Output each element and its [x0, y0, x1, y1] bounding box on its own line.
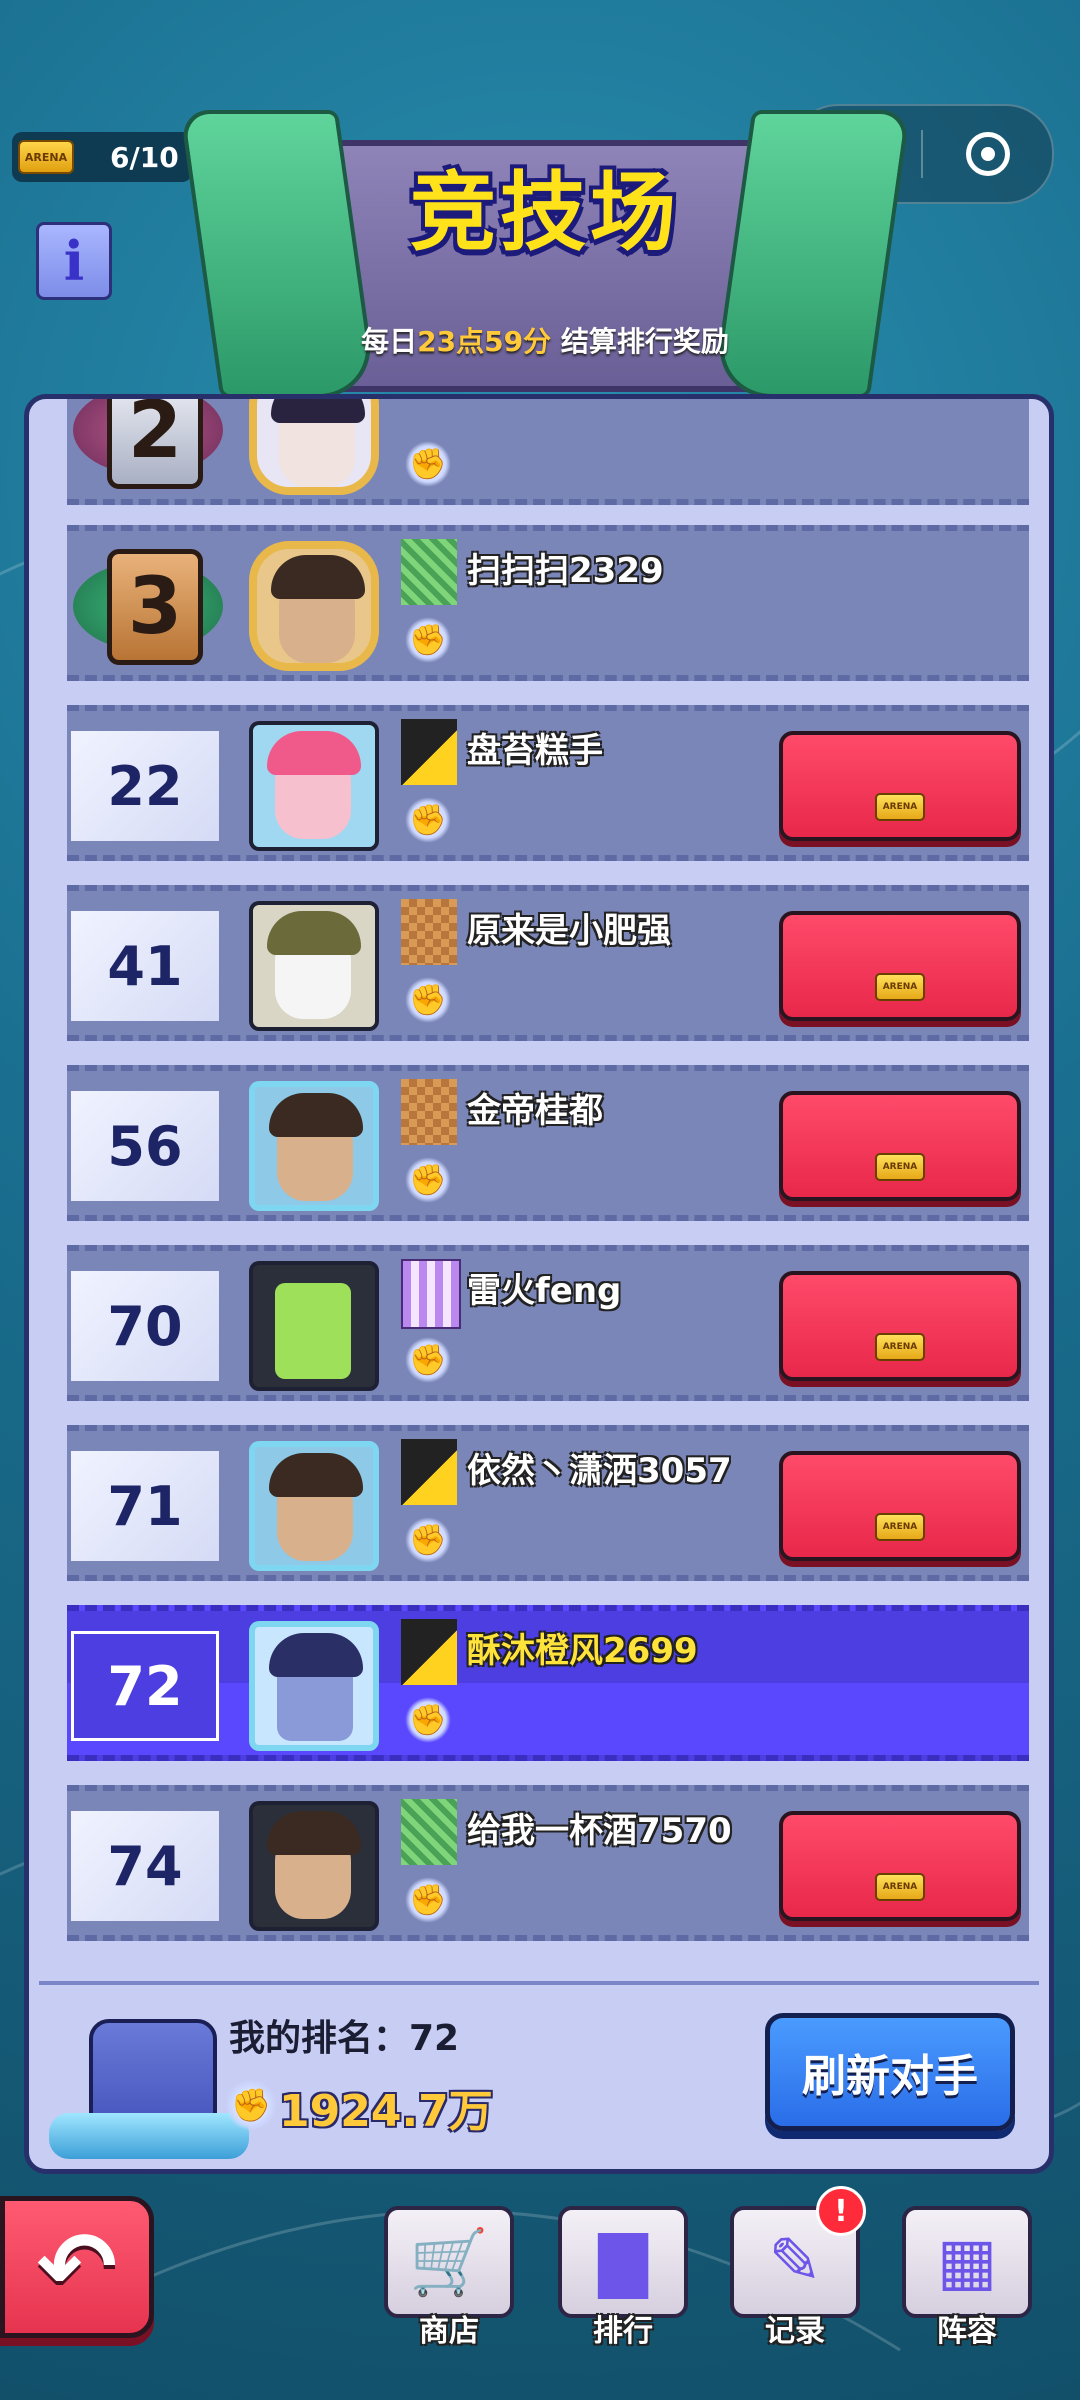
- arena-ticket-icon: ARENA: [875, 1873, 925, 1901]
- player-name: 扫扫扫2329: [467, 551, 664, 591]
- guild-flag: [401, 1259, 461, 1329]
- info-button[interactable]: i: [36, 222, 112, 300]
- player-avatar[interactable]: [249, 1081, 379, 1211]
- bar-chart-icon: ▇: [558, 2206, 688, 2318]
- challenge-button[interactable]: ARENA: [779, 911, 1021, 1021]
- player-avatar[interactable]: [249, 901, 379, 1031]
- player-name: 酥沐橙风2699: [467, 1631, 698, 1671]
- rank-number: 72: [71, 1631, 219, 1741]
- rank-number: 56: [71, 1091, 219, 1201]
- back-button[interactable]: ↶: [0, 2196, 154, 2338]
- self-row: 72 ✊ 酥沐橙风2699: [67, 1605, 1029, 1761]
- page-title: 竞技场: [410, 163, 680, 263]
- power-fist-icon: ✊: [405, 1517, 451, 1563]
- challenge-button[interactable]: ARENA: [779, 1271, 1021, 1381]
- player-name: 雷火feng: [467, 1271, 622, 1311]
- player-avatar[interactable]: [249, 1261, 379, 1391]
- list-item: 74 ✊ 给我一杯酒7570 ARENA: [67, 1785, 1029, 1941]
- guild-flag: [401, 539, 457, 605]
- shop-button[interactable]: 🛒 商店: [384, 2206, 514, 2349]
- power-fist-icon: ✊: [405, 1697, 451, 1743]
- power-fist-icon: ✊: [405, 617, 451, 663]
- player-avatar[interactable]: [249, 1801, 379, 1931]
- list-item: 71 ✊ 依然丶潇洒3057 ARENA: [67, 1425, 1029, 1581]
- player-avatar[interactable]: [249, 1441, 379, 1571]
- list-item: 56 ✊ 金帝桂都 ARENA: [67, 1065, 1029, 1221]
- guild-flag: [401, 719, 457, 785]
- list-item: 41 ✊ 原来是小肥强 ARENA: [67, 885, 1029, 1041]
- rank-number: 74: [71, 1811, 219, 1921]
- ranking-button[interactable]: ▇ 排行: [558, 2206, 688, 2349]
- list-item: 70 ✊ 雷火feng ARENA: [67, 1245, 1029, 1401]
- refresh-opponents-button[interactable]: 刷新对手: [765, 2013, 1015, 2131]
- arena-ticket-icon: ARENA: [875, 973, 925, 1001]
- arena-ticket-icon: ARENA: [875, 1513, 925, 1541]
- player-avatar[interactable]: [249, 1621, 379, 1751]
- rank-number: 71: [71, 1451, 219, 1561]
- player-avatar[interactable]: [249, 721, 379, 851]
- rank-number: 22: [71, 731, 219, 841]
- opponent-list[interactable]: 2 ✊ 3 ✊ 扫扫扫2329 22 ✊ 盘苔糕手 ARENA 41 ✊ 原来是…: [29, 399, 1049, 1969]
- player-name: 原来是小肥强: [467, 911, 671, 951]
- guild-flag: [401, 1799, 457, 1865]
- guild-flag: [401, 1079, 457, 1145]
- my-rank: 我的排名：72: [229, 2018, 460, 2059]
- close-target-icon[interactable]: [923, 132, 1052, 176]
- player-avatar[interactable]: [249, 399, 379, 495]
- rank-number: 70: [71, 1271, 219, 1381]
- player-name: 给我一杯酒7570: [467, 1811, 732, 1851]
- ticket-count: 6/10: [110, 140, 179, 174]
- list-item: 3 ✊ 扫扫扫2329: [67, 525, 1029, 681]
- arena-ticket-icon: ARENA: [875, 1333, 925, 1361]
- arena-ticket-icon: ARENA: [875, 1153, 925, 1181]
- challenge-button[interactable]: ARENA: [779, 1091, 1021, 1201]
- player-name: 金帝桂都: [467, 1091, 603, 1131]
- power-fist-icon: ✊: [405, 1877, 451, 1923]
- player-name: 盘苔糕手: [467, 731, 603, 771]
- power-fist-icon: ✊: [405, 977, 451, 1023]
- power-fist-icon: ✊: [225, 2079, 277, 2131]
- arena-ticket-counter: ARENA 6/10: [12, 132, 192, 182]
- list-item: 2 ✊: [67, 399, 1029, 505]
- rank-3-medal: 3: [73, 541, 223, 665]
- power-fist-icon: ✊: [405, 441, 451, 487]
- power-fist-icon: ✊: [405, 1337, 451, 1383]
- challenge-button[interactable]: ARENA: [779, 1451, 1021, 1561]
- player-name: 依然丶潇洒3057: [467, 1451, 732, 1491]
- list-item: 22 ✊ 盘苔糕手 ARENA: [67, 705, 1029, 861]
- settlement-note: 每日23点59分 结算排行奖励: [361, 325, 729, 358]
- guild-flag: [401, 1439, 457, 1505]
- player-avatar[interactable]: [249, 541, 379, 671]
- guild-flag: [401, 899, 457, 965]
- rank-number: 41: [71, 911, 219, 1021]
- notification-badge: !: [816, 2186, 866, 2236]
- grid-icon: ▦: [902, 2206, 1032, 2318]
- my-power: 1924.7万: [279, 2086, 493, 2137]
- arena-panel: 2 ✊ 3 ✊ 扫扫扫2329 22 ✊ 盘苔糕手 ARENA 41 ✊ 原来是…: [24, 394, 1054, 2174]
- challenge-button[interactable]: ARENA: [779, 1811, 1021, 1921]
- divider: [39, 1981, 1039, 1985]
- guild-flag: [401, 1619, 457, 1685]
- title-banner: 竞技场 每日23点59分 结算排行奖励: [179, 70, 911, 400]
- arena-ticket-icon: ARENA: [875, 793, 925, 821]
- my-avatar[interactable]: [49, 1999, 249, 2159]
- power-fist-icon: ✊: [405, 797, 451, 843]
- records-button[interactable]: ✎ ! 记录: [730, 2186, 866, 2349]
- back-arrow-icon: ↶: [36, 2211, 118, 2323]
- cart-icon: 🛒: [384, 2206, 514, 2318]
- lineup-button[interactable]: ▦ 阵容: [902, 2206, 1032, 2349]
- power-fist-icon: ✊: [405, 1157, 451, 1203]
- arena-ticket-icon: ARENA: [18, 140, 74, 174]
- rank-2-medal: 2: [73, 399, 223, 489]
- challenge-button[interactable]: ARENA: [779, 731, 1021, 841]
